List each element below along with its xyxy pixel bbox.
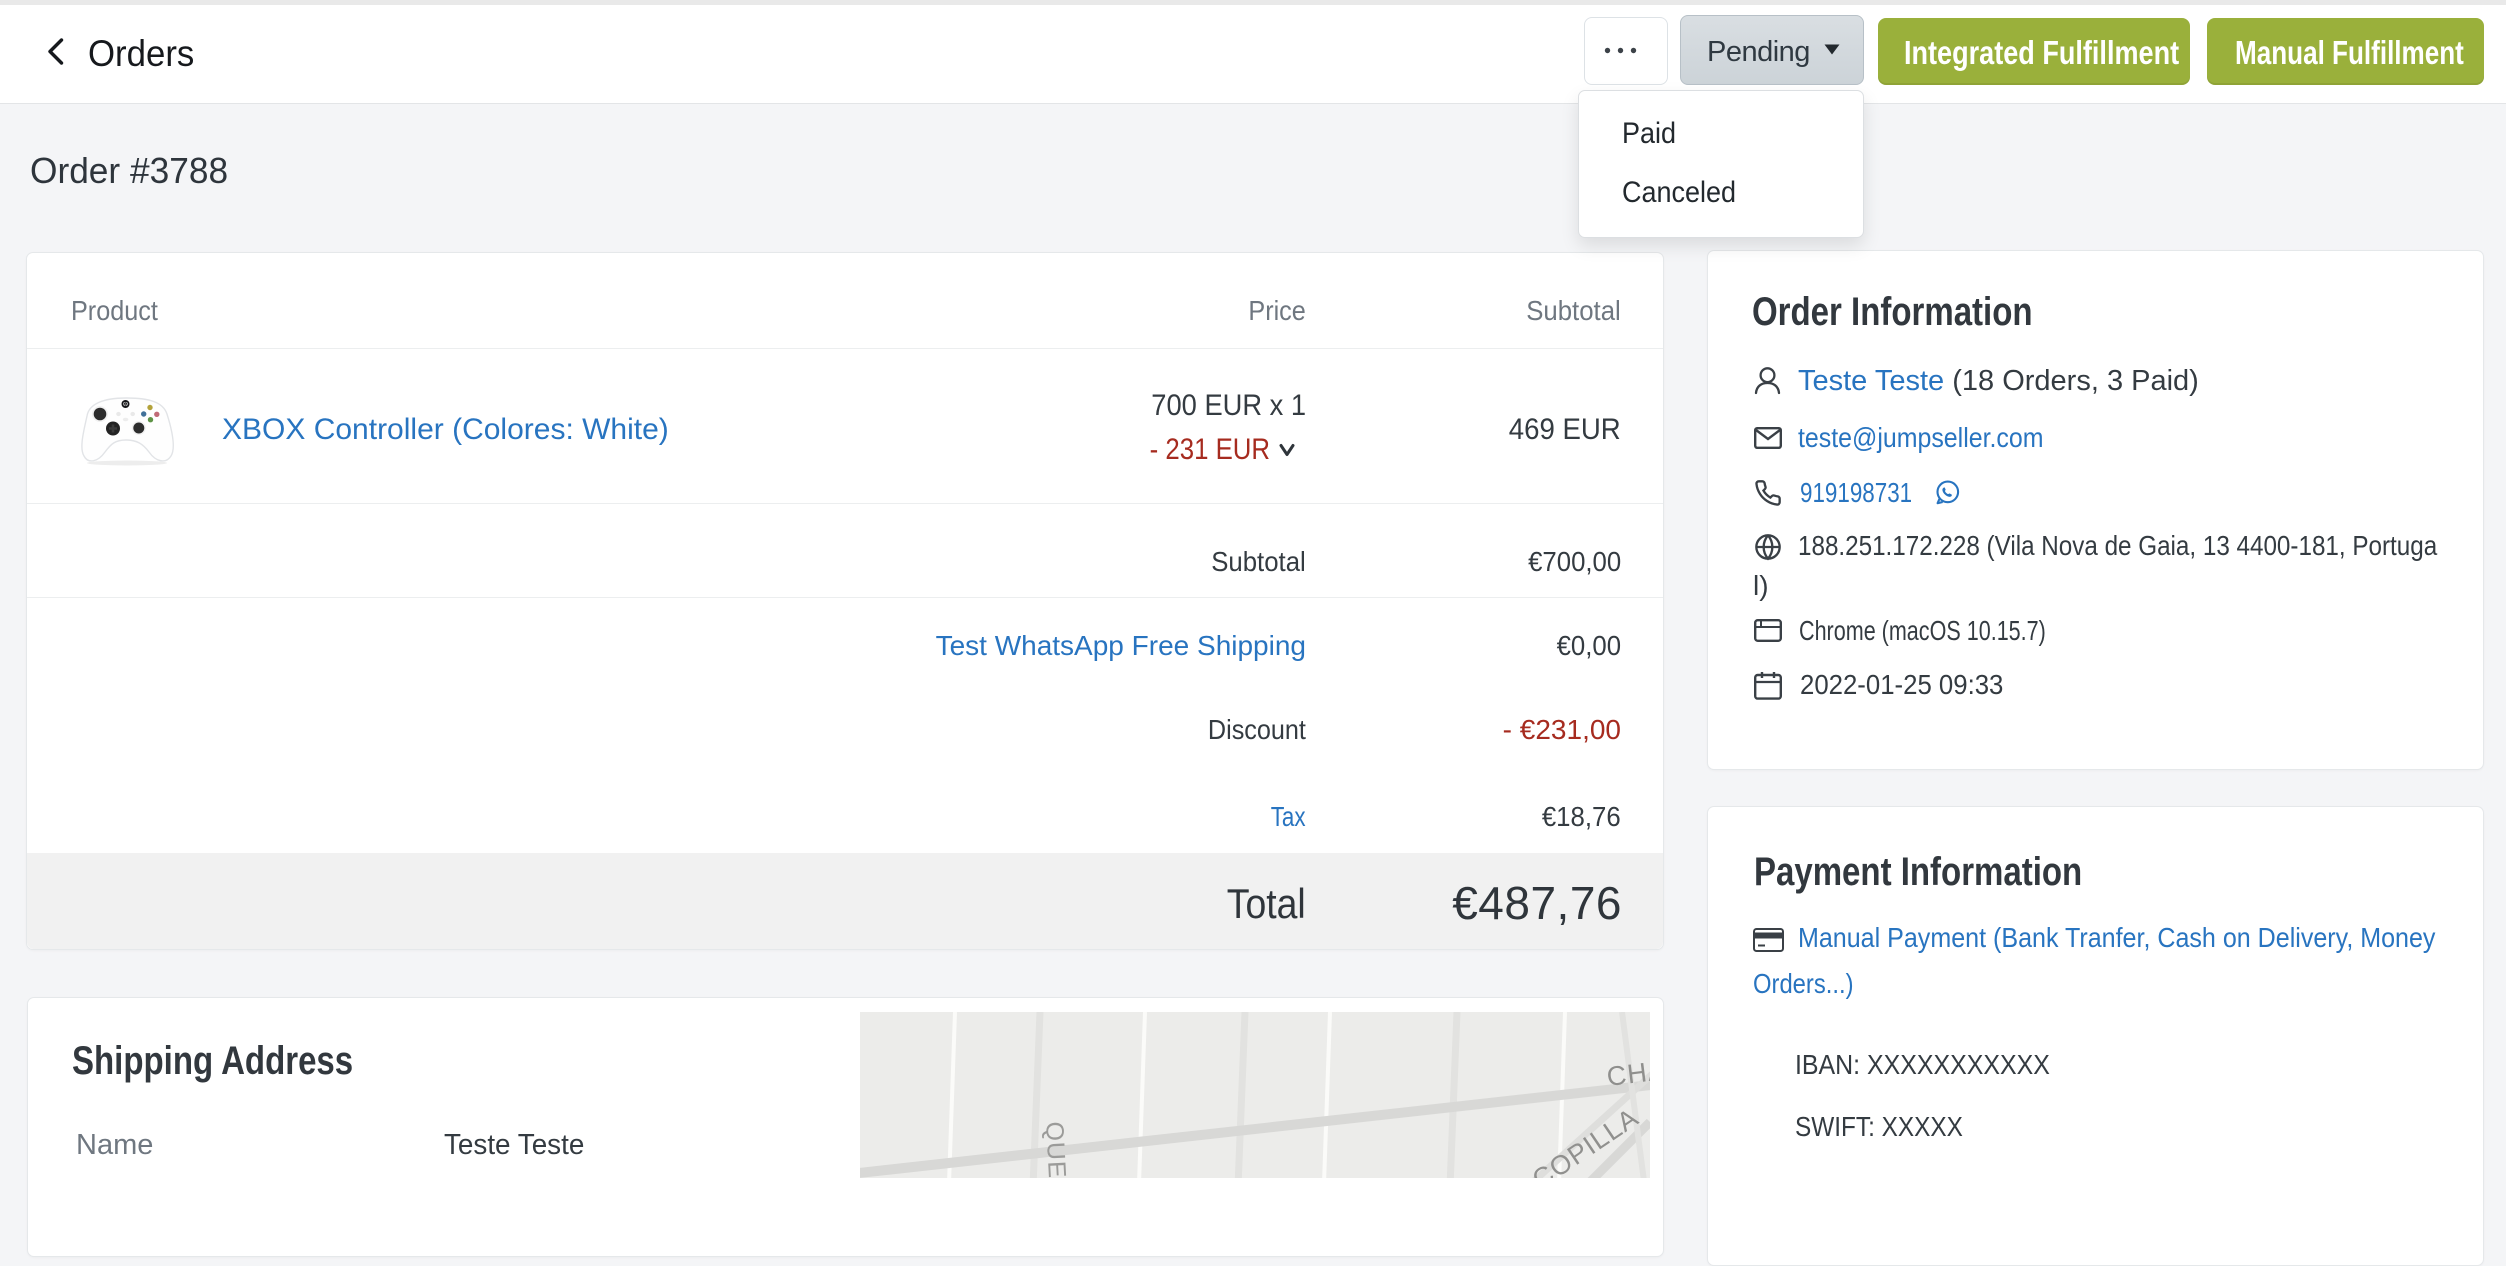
svg-text:CHA: CHA — [1605, 1055, 1650, 1092]
svg-text:QUET: QUET — [1040, 1121, 1072, 1178]
